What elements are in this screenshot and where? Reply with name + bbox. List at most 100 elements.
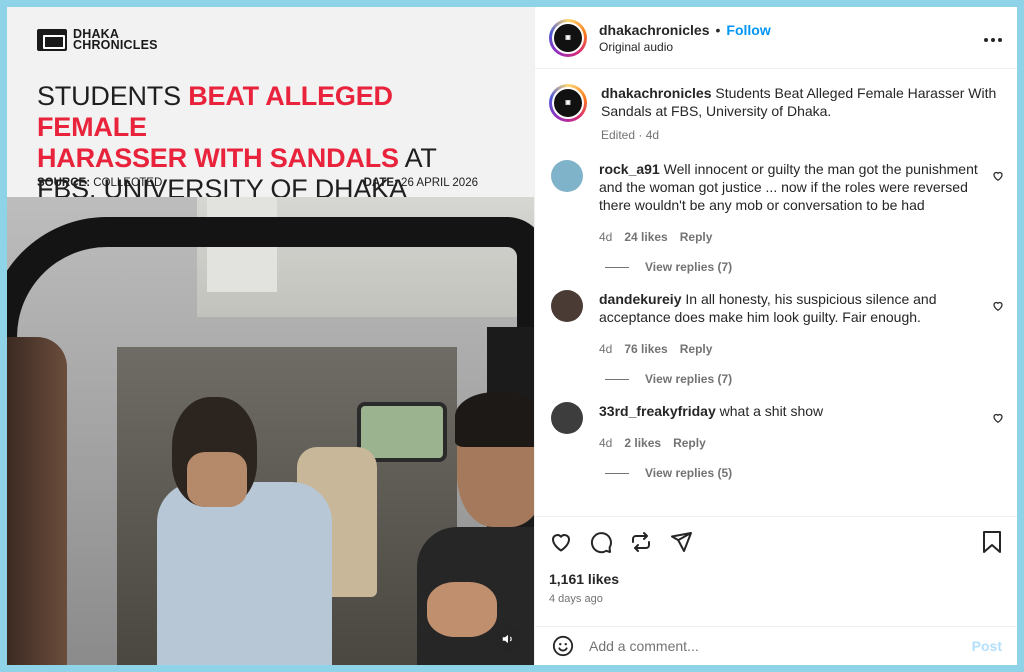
view-replies-label: View replies (5) [645,466,733,480]
photo-left-person [7,337,67,665]
header-top-row: dhakachronicles • Follow [599,22,983,38]
photo-person-face [187,452,247,507]
caption-meta: Edited · 4d [601,126,1004,144]
view-replies-button[interactable]: View replies (5) [605,466,1004,480]
comment-meta: 4d 24 likes Reply [599,228,978,246]
heart-icon [993,413,1003,423]
author-username[interactable]: dhakachronicles [599,22,710,38]
news-banner: DHAKA CHRONICLES STUDENTS BEAT ALLEGED F… [7,7,534,204]
replies-divider [605,378,629,380]
view-replies-button[interactable]: View replies (7) [605,260,1004,274]
save-button[interactable] [980,530,1004,554]
add-comment-bar: Post [535,626,1017,665]
comment-input[interactable] [589,638,972,654]
comment-item: 33rd_freakyfriday what a shit show 4d 2 … [549,402,1004,480]
comment-button[interactable] [589,530,613,554]
source-value: COLLECTED [93,177,163,189]
brand-mark-icon [37,29,67,51]
date-label: DATE: [363,177,398,189]
photo-person2-hair [455,392,534,447]
video-frame [7,197,534,665]
date-line: DATE: 26 APRIL 2026 [364,177,478,189]
separator-dot: • [715,21,721,38]
comment-likes[interactable]: 76 likes [624,340,667,358]
emoji-button[interactable] [551,634,575,658]
comment-row: 33rd_freakyfriday what a shit show 4d 2 … [549,402,1004,452]
repost-button[interactable] [629,530,653,554]
likes-count[interactable]: 1,161 likes [549,571,1004,587]
audio-link[interactable]: Original audio [599,40,983,54]
photo-hand [427,582,497,637]
mute-toggle-button[interactable] [494,625,522,653]
follow-button[interactable]: Follow [726,22,770,38]
comment-item: dandekureiy In all honesty, his suspicio… [549,290,1004,386]
comment-meta: 4d 2 likes Reply [599,434,978,452]
comment-age: 4d [599,436,613,450]
comment-likes[interactable]: 2 likes [624,434,661,452]
share-button[interactable] [669,530,693,554]
comment-body: dandekureiy In all honesty, his suspicio… [599,290,1004,358]
view-replies-button[interactable]: View replies (7) [605,372,1004,386]
post-dialog: DHAKA CHRONICLES STUDENTS BEAT ALLEGED F… [7,7,1017,665]
post-age: 4 days ago [549,593,603,605]
reply-button[interactable]: Reply [673,434,706,452]
date-value: 26 APRIL 2026 [401,177,478,189]
bookmark-icon [983,531,1001,553]
post-caption: ▣ dhakachronicles Students Beat Alleged … [549,84,1004,144]
comment-icon [590,532,612,554]
caption-username[interactable]: dhakachronicles [601,85,712,101]
heart-icon [552,534,570,552]
emoji-icon [552,635,574,657]
comment-body: 33rd_freakyfriday what a shit show 4d 2 … [599,402,1004,452]
repost-icon [632,532,650,552]
action-icons [549,529,1004,555]
heart-icon [993,301,1003,311]
banner-meta: SOURCE: COLLECTED DATE: 26 APRIL 2026 [37,177,478,189]
post-comment-button[interactable]: Post [972,638,1002,654]
headline-highlight: HARASSER WITH SANDALS [37,143,399,173]
more-options-icon[interactable] [983,27,1003,48]
heart-icon [993,171,1003,181]
caption-body: dhakachronicles Students Beat Alleged Fe… [601,84,1004,144]
comment-container: rock_a91 Well innocent or guilty the man… [549,160,1004,480]
source-line: SOURCE: COLLECTED [37,177,162,189]
speaker-icon [502,634,512,644]
commenter-avatar[interactable] [551,290,583,322]
headline-part: AT [398,143,437,173]
comment-row: rock_a91 Well innocent or guilty the man… [549,160,1004,246]
header-text: dhakachronicles • Follow Original audio [599,22,983,54]
commenter-username[interactable]: rock_a91 [599,161,660,177]
brand-name: DHAKA CHRONICLES [73,27,158,52]
headline-part: STUDENTS [37,81,189,111]
source-label: SOURCE: [37,177,91,189]
like-button[interactable] [549,530,573,554]
reply-button[interactable]: Reply [680,340,713,358]
replies-divider [605,266,629,268]
commenter-username[interactable]: 33rd_freakyfriday [599,403,716,419]
commenter-avatar[interactable] [551,402,583,434]
comment-like-button[interactable] [992,412,1004,427]
comment-body: rock_a91 Well innocent or guilty the man… [599,160,1004,246]
comment-like-button[interactable] [992,170,1004,185]
caption-avatar[interactable]: ▣ [549,84,587,122]
send-icon [671,532,692,552]
comment-like-button[interactable] [992,300,1004,315]
comment-age: 4d [599,230,613,244]
comment-likes[interactable]: 24 likes [624,228,667,246]
reply-button[interactable]: Reply [680,228,713,246]
commenter-username[interactable]: dandekureiy [599,291,681,307]
action-bar: 1,161 likes 4 days ago [535,516,1017,626]
comment-age: 4d [599,342,613,356]
author-avatar[interactable]: ▣ [549,18,587,57]
comment-item: rock_a91 Well innocent or guilty the man… [549,160,1004,274]
commenter-avatar[interactable] [551,160,583,192]
replies-divider [605,472,629,474]
comments-list[interactable]: ▣ dhakachronicles Students Beat Alleged … [535,70,1017,516]
author-avatar-logo: ▣ [552,21,584,54]
post-header: ▣ dhakachronicles • Follow Original audi… [535,7,1017,69]
view-replies-label: View replies (7) [645,372,733,386]
view-replies-label: View replies (7) [645,260,733,274]
comment-text: what a shit show [719,403,824,419]
post-media[interactable]: DHAKA CHRONICLES STUDENTS BEAT ALLEGED F… [7,7,534,665]
caption-avatar-logo: ▣ [552,87,584,119]
